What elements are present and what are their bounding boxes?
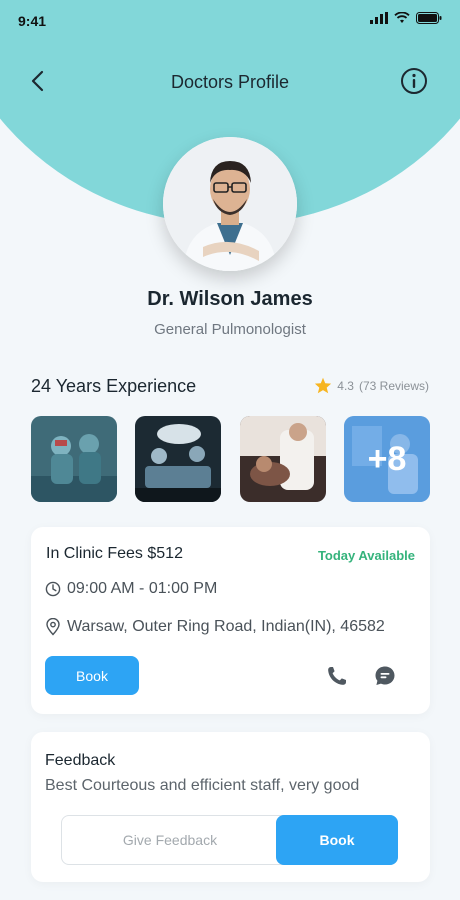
doctor-name: Dr. Wilson James bbox=[147, 288, 313, 310]
hours-row: 09:00 AM - 01:00 PM bbox=[45, 580, 217, 598]
availability-status: Today Available bbox=[317, 548, 415, 563]
star-icon bbox=[315, 377, 332, 394]
reviews-count: (73 Reviews) bbox=[358, 378, 429, 393]
feedback-text: Best Courteous and efficient staff, very… bbox=[45, 777, 360, 794]
doctor-specialty: General Pulmonologist bbox=[154, 321, 306, 338]
rating[interactable]: 4.3 (73 Reviews) bbox=[314, 377, 429, 394]
info-button[interactable] bbox=[400, 67, 428, 95]
give-feedback-button[interactable]: Give Feedback bbox=[62, 816, 278, 864]
signal-icon bbox=[370, 12, 388, 24]
call-button[interactable] bbox=[325, 664, 349, 688]
status-icons bbox=[370, 12, 442, 24]
address-row: Warsaw, Outer Ring Road, Indian(IN), 465… bbox=[45, 618, 385, 636]
gallery-more[interactable]: +8 bbox=[343, 416, 430, 502]
feedback-title: Feedback bbox=[45, 752, 116, 769]
dental-photo bbox=[239, 416, 326, 502]
book-button[interactable]: Book bbox=[45, 656, 139, 695]
feedback-actions: Give Feedback Book bbox=[61, 815, 398, 865]
gallery-photo[interactable] bbox=[135, 416, 222, 502]
surgery-photo-2 bbox=[135, 416, 222, 502]
clinic-address: Warsaw, Outer Ring Road, Indian(IN), 465… bbox=[67, 618, 385, 635]
rating-value: 4.3 bbox=[337, 378, 354, 393]
phone-icon bbox=[328, 667, 346, 685]
top-nav: Doctors Profile bbox=[0, 60, 460, 104]
location-pin-icon bbox=[46, 618, 60, 636]
battery-icon bbox=[416, 12, 442, 24]
clinic-card: In Clinic Fees $512 Today Available 09:0… bbox=[31, 527, 430, 714]
clock-icon bbox=[45, 581, 61, 597]
feedback-card: Feedback Best Courteous and efficient st… bbox=[31, 732, 430, 882]
page-title: Doctors Profile bbox=[170, 72, 290, 92]
clinic-hours: 09:00 AM - 01:00 PM bbox=[67, 580, 218, 597]
gallery-photo[interactable] bbox=[239, 416, 326, 502]
photo-gallery: +8 bbox=[31, 416, 430, 502]
doctor-photo bbox=[163, 137, 297, 271]
more-photos-count: +8 bbox=[343, 416, 430, 502]
chat-icon bbox=[375, 666, 395, 685]
wifi-icon bbox=[394, 12, 410, 23]
doctor-profile-screen: 9:41 Doctors Profile Dr. Wilson James Ge… bbox=[0, 0, 460, 900]
clinic-fees: In Clinic Fees $512 bbox=[46, 545, 183, 562]
status-time: 9:41 bbox=[18, 13, 47, 29]
info-icon bbox=[401, 68, 427, 94]
chat-button[interactable] bbox=[373, 664, 397, 688]
experience-row: 24 Years Experience 4.3 (73 Reviews) bbox=[31, 374, 429, 398]
surgery-photo-1 bbox=[31, 416, 117, 502]
experience-title: 24 Years Experience bbox=[31, 376, 197, 396]
status-bar: 9:41 bbox=[0, 0, 460, 40]
doctor-avatar bbox=[163, 137, 297, 271]
feedback-book-button[interactable]: Book bbox=[276, 815, 398, 865]
gallery-photo[interactable] bbox=[31, 416, 117, 502]
